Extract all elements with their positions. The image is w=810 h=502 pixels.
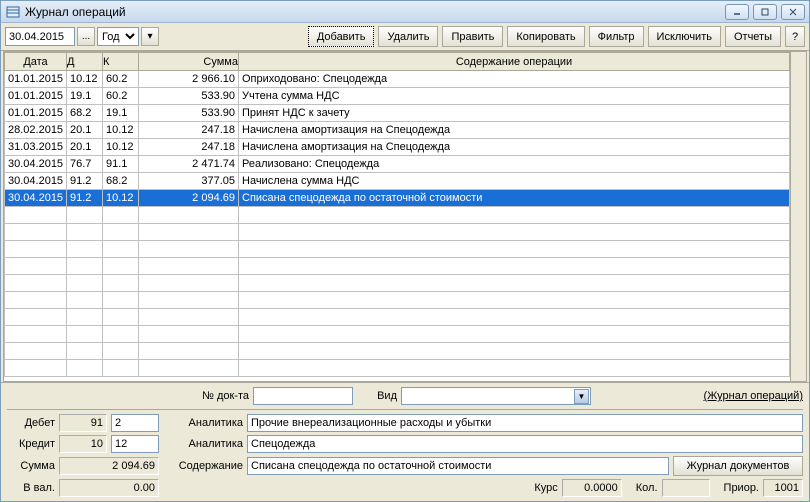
vertical-scrollbar[interactable] xyxy=(790,52,806,381)
col-date[interactable]: Дата xyxy=(5,53,67,71)
kind-select[interactable]: ▼ xyxy=(401,387,591,405)
debit-acc-field: 91 xyxy=(59,414,107,432)
delete-button[interactable]: Удалить xyxy=(378,26,438,47)
qty-field xyxy=(662,479,710,497)
qty-label: Кол. xyxy=(636,482,658,494)
copy-button[interactable]: Копировать xyxy=(507,26,584,47)
col-debit[interactable]: Д xyxy=(67,53,103,71)
app-window: Журнал операций ... Год ▾ Добавить Удали… xyxy=(0,0,810,502)
edit-button[interactable]: Править xyxy=(442,26,503,47)
period-select[interactable]: Год xyxy=(97,27,139,46)
credit-sub-input[interactable] xyxy=(115,438,155,450)
table-row[interactable]: 01.01.201568.219.1533.90Принят НДС к зач… xyxy=(5,105,790,122)
exclude-button[interactable]: Исключить xyxy=(648,26,721,47)
col-sum[interactable]: Сумма xyxy=(139,53,239,71)
chevron-down-icon[interactable]: ▼ xyxy=(574,389,589,404)
table-row[interactable]: 30.04.201591.210.122 094.69Списана спецо… xyxy=(5,190,790,207)
filter-button[interactable]: Фильтр xyxy=(589,26,644,47)
table-row[interactable] xyxy=(5,360,790,377)
date-picker-button[interactable]: ... xyxy=(77,27,95,46)
operations-grid: Дата Д К Сумма Содержание операции 01.01… xyxy=(3,51,807,382)
table-row[interactable] xyxy=(5,309,790,326)
window-title: Журнал операций xyxy=(25,5,725,19)
analytics1-label: Аналитика xyxy=(163,417,243,429)
journal-operations-link[interactable]: (Журнал операций) xyxy=(703,390,803,402)
content-input[interactable] xyxy=(251,460,665,472)
analytics1-input[interactable] xyxy=(251,417,799,429)
table-row[interactable]: 01.01.201519.160.2533.90Учтена сумма НДС xyxy=(5,88,790,105)
table-row[interactable] xyxy=(5,207,790,224)
detail-panel: № док-та Вид ▼ (Журнал операций) Дебет 9… xyxy=(1,382,809,501)
close-button[interactable] xyxy=(781,4,805,20)
table-row[interactable] xyxy=(5,258,790,275)
operations-table[interactable]: Дата Д К Сумма Содержание операции 01.01… xyxy=(4,52,790,377)
table-row[interactable] xyxy=(5,326,790,343)
journal-docs-button[interactable]: Журнал документов xyxy=(673,456,803,476)
table-row[interactable] xyxy=(5,343,790,360)
in-currency-field: 0.00 xyxy=(59,479,159,497)
reports-button[interactable]: Отчеты xyxy=(725,26,781,47)
table-row[interactable]: 01.01.201510.1260.22 966.10Оприходовано:… xyxy=(5,71,790,88)
prior-label: Приор. xyxy=(724,482,759,494)
table-row[interactable]: 30.04.201591.268.2377.05Начислена сумма … xyxy=(5,173,790,190)
col-credit[interactable]: К xyxy=(103,53,139,71)
sum-label: Сумма xyxy=(7,460,55,472)
table-row[interactable]: 28.02.201520.110.12247.18Начислена аморт… xyxy=(5,122,790,139)
doc-no-label: № док-та xyxy=(169,390,249,402)
kind-label: Вид xyxy=(357,390,397,402)
minimize-button[interactable] xyxy=(725,4,749,20)
rate-label: Курс xyxy=(534,482,557,494)
app-icon xyxy=(5,4,21,20)
in-currency-label: В вал. xyxy=(7,482,55,494)
doc-no-input[interactable] xyxy=(257,390,349,402)
toolbar: ... Год ▾ Добавить Удалить Править Копир… xyxy=(1,23,809,51)
table-row[interactable] xyxy=(5,275,790,292)
debit-label: Дебет xyxy=(7,417,55,429)
credit-label: Кредит xyxy=(7,438,55,450)
analytics2-input[interactable] xyxy=(251,438,799,450)
period-dropdown-extra[interactable]: ▾ xyxy=(141,27,159,46)
date-input[interactable] xyxy=(5,27,75,46)
sum-field: 2 094.69 xyxy=(59,457,159,475)
table-row[interactable] xyxy=(5,292,790,309)
content-label: Содержание xyxy=(163,460,243,472)
table-row[interactable] xyxy=(5,224,790,241)
analytics2-label: Аналитика xyxy=(163,438,243,450)
table-row[interactable]: 31.03.201520.110.12247.18Начислена аморт… xyxy=(5,139,790,156)
titlebar: Журнал операций xyxy=(1,1,809,23)
table-row[interactable] xyxy=(5,241,790,258)
prior-field: 1001 xyxy=(763,479,803,497)
maximize-button[interactable] xyxy=(753,4,777,20)
help-button[interactable]: ? xyxy=(785,26,805,47)
rate-field: 0.0000 xyxy=(562,479,622,497)
debit-sub-input[interactable] xyxy=(115,417,155,429)
credit-acc-field: 10 xyxy=(59,435,107,453)
col-desc[interactable]: Содержание операции xyxy=(239,53,790,71)
table-row[interactable]: 30.04.201576.791.12 471.74Реализовано: С… xyxy=(5,156,790,173)
add-button[interactable]: Добавить xyxy=(308,26,375,47)
